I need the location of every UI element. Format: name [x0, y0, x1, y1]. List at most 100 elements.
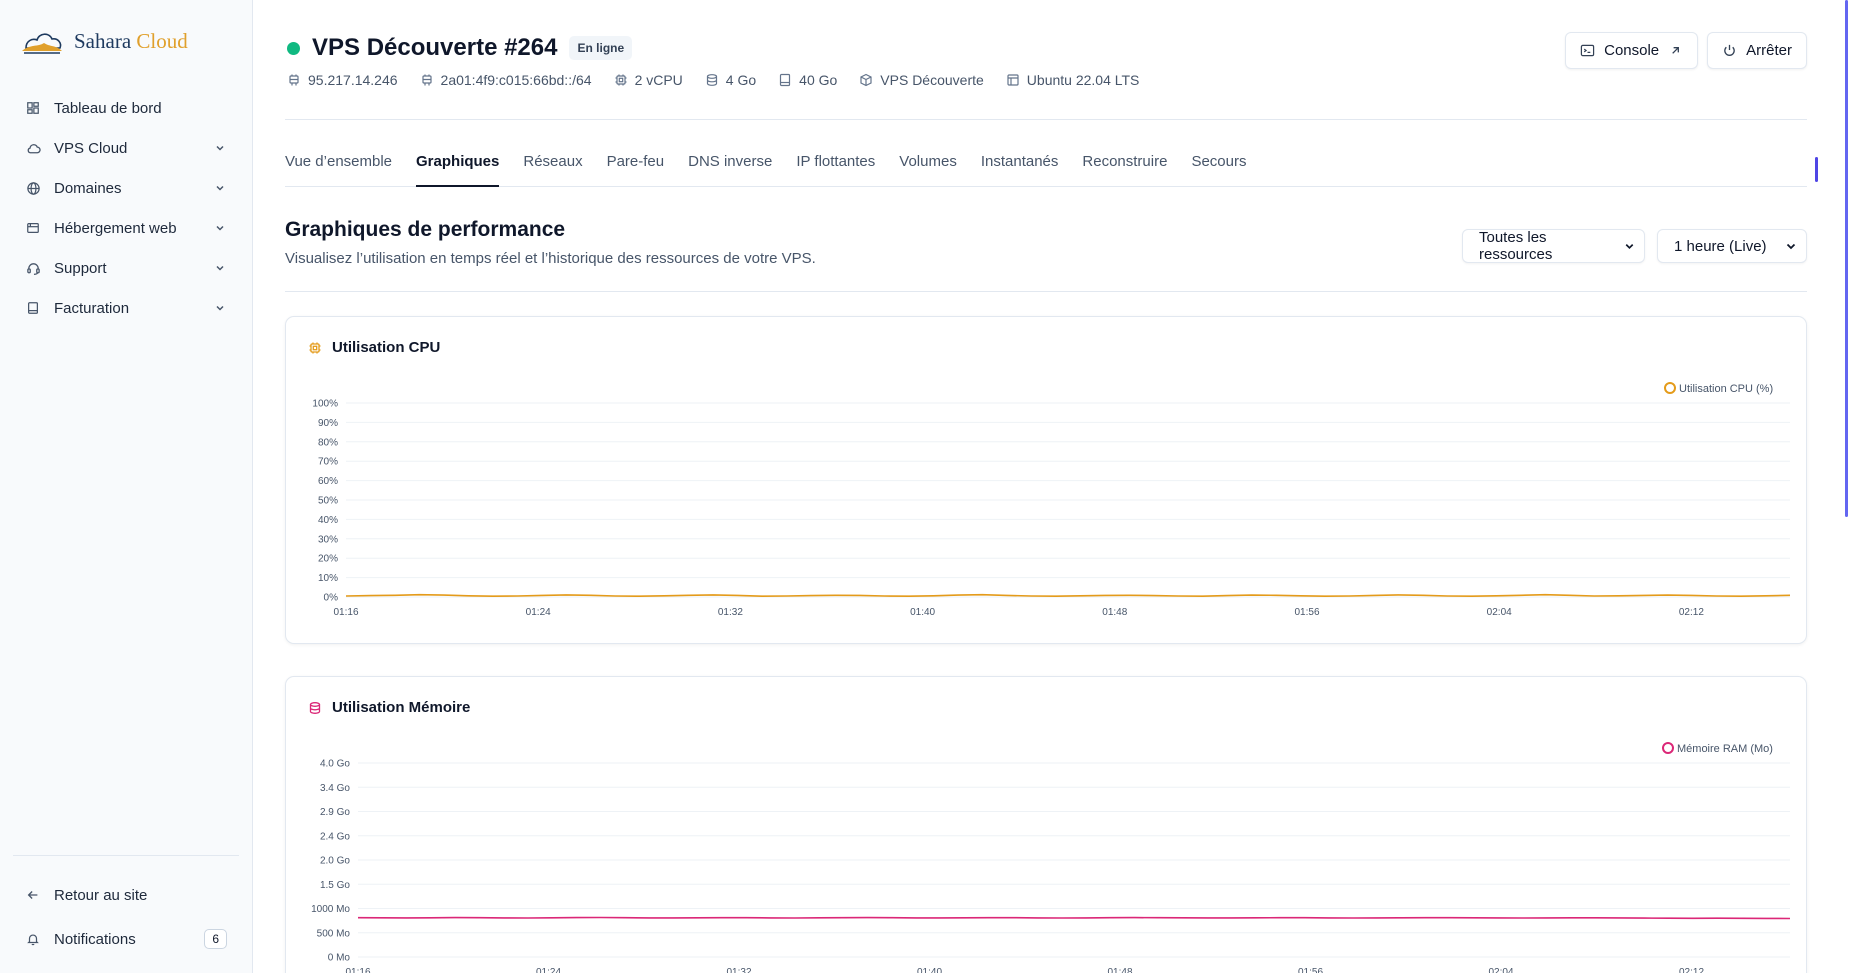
notifications-label: Notifications: [54, 930, 136, 948]
back-to-site-label: Retour au site: [54, 886, 148, 904]
x-tick-label: 01:40: [910, 607, 935, 618]
network-icon: [289, 74, 299, 86]
stop-label: Arrêter: [1746, 42, 1792, 59]
sidebar-item-dashboard[interactable]: Tableau de bord: [13, 88, 239, 128]
tab-rebuild[interactable]: Reconstruire: [1082, 143, 1167, 187]
cpu-chart-card: Utilisation CPU 0% 10% 20% 30% 40% 50% 60% 70% 8…: [285, 316, 1807, 644]
x-tick-label: 01:56: [1294, 607, 1319, 618]
tab-overview[interactable]: Vue d’ensemble: [285, 143, 392, 187]
time-range-select-value: 1 heure (Live): [1674, 237, 1767, 255]
x-tick-label: 01:16: [345, 967, 370, 973]
tab-snapshots[interactable]: Instantanés: [981, 143, 1059, 187]
headset-icon: [25, 260, 41, 276]
stop-button[interactable]: Arrêter: [1707, 32, 1807, 69]
x-tick-label: 01:48: [1107, 967, 1132, 973]
brand[interactable]: Sahara Cloud: [20, 26, 188, 56]
tab-networks[interactable]: Réseaux: [523, 143, 582, 187]
y-tick-label: 4.0 Go: [320, 759, 350, 770]
sidebar-bottom: Retour au site Notifications 6: [13, 873, 239, 961]
main-content: VPS Découverte #264 En ligne 95.217.14.2…: [253, 0, 1851, 973]
y-tick-label: 2.9 Go: [320, 807, 350, 818]
billing-icon: [25, 300, 41, 316]
arrow-left-icon: [25, 887, 41, 903]
legend-marker: [1664, 382, 1676, 394]
x-tick-label: 01:40: [917, 967, 942, 973]
legend-marker: [1662, 742, 1674, 754]
legend-label: Utilisation CPU (%): [1679, 383, 1773, 395]
back-to-site-link[interactable]: Retour au site: [13, 873, 239, 917]
console-label: Console: [1604, 42, 1660, 59]
resource-select[interactable]: Toutes les ressources: [1462, 229, 1645, 263]
sidebar-item-label: Domaines: [54, 179, 122, 197]
x-tick-label: 01:56: [1298, 967, 1323, 973]
y-tick-label: 100%: [312, 399, 338, 410]
tab-graphs[interactable]: Graphiques: [416, 143, 500, 187]
terminal-icon: [1580, 44, 1595, 57]
console-button[interactable]: Console: [1565, 32, 1699, 69]
x-tick-label: 01:32: [726, 967, 751, 973]
section-header: Graphiques de performance Visualisez l’u…: [285, 218, 1807, 292]
y-tick-label: 500 Mo: [317, 928, 351, 939]
chevron-down-icon: [1786, 243, 1796, 250]
sidebar-item-label: Hébergement web: [54, 219, 177, 237]
y-tick-label: 40%: [318, 515, 338, 526]
y-tick-label: 90%: [318, 418, 338, 429]
chevron-down-icon: [216, 305, 224, 311]
x-tick-label: 01:16: [333, 607, 358, 618]
cpu-chart: 0% 10% 20% 30% 40% 50% 60% 70% 80% 90% 100% 01:16 01…: [312, 382, 1791, 618]
y-tick-label: 50%: [318, 496, 338, 507]
time-range-select[interactable]: 1 heure (Live): [1657, 229, 1807, 263]
sidebar-nav: Tableau de bord VPS Cloud Domaines Héber…: [13, 88, 239, 328]
sidebar-item-label: Facturation: [54, 299, 130, 317]
sidebar-item-hebergement[interactable]: Hébergement web: [13, 208, 239, 248]
y-tick-label: 3.4 Go: [320, 783, 350, 794]
cloud-icon: [25, 140, 41, 156]
tab-firewall[interactable]: Pare-feu: [607, 143, 665, 187]
spec-ipv4: 95.217.14.246: [287, 72, 398, 88]
y-tick-label: 30%: [318, 534, 338, 545]
spec-ram: 4 Go: [705, 72, 756, 88]
y-tick-label: 60%: [318, 476, 338, 487]
notifications-item[interactable]: Notifications 6: [13, 917, 239, 961]
chart-filters: Toutes les ressources 1 heure (Live): [1462, 229, 1807, 263]
sidebar-item-domaines[interactable]: Domaines: [13, 168, 239, 208]
sidebar-divider: [13, 855, 239, 856]
chevron-down-icon: [216, 185, 224, 191]
y-tick-label: 1000 Mo: [311, 904, 350, 915]
tab-volumes[interactable]: Volumes: [899, 143, 957, 187]
server-header: VPS Découverte #264 En ligne 95.217.14.2…: [285, 30, 1807, 120]
package-icon: [860, 73, 872, 87]
y-tick-label: 20%: [318, 554, 338, 565]
os-icon: [1007, 74, 1019, 86]
external-link-icon: [1672, 47, 1680, 54]
tab-rescue[interactable]: Secours: [1191, 143, 1246, 187]
tab-floating-ips[interactable]: IP flottantes: [796, 143, 875, 187]
x-tick-label: 01:24: [536, 967, 561, 973]
sidebar-item-support[interactable]: Support: [13, 248, 239, 288]
tabs-scroll-indicator[interactable]: [1815, 157, 1818, 182]
sidebar-item-facturation[interactable]: Facturation: [13, 288, 239, 328]
series-line: [357, 916, 1791, 920]
y-tick-label: 2.4 Go: [320, 831, 350, 842]
x-tick-label: 01:48: [1102, 607, 1127, 618]
y-tick-label: 1.5 Go: [320, 880, 350, 891]
memory-chart-card: Utilisation Mémoire 0 Mo 500 Mo 1000 Mo 1.5…: [285, 676, 1807, 973]
network-icon: [421, 74, 432, 86]
series-line: [345, 593, 1791, 598]
y-tick-label: 2.0 Go: [320, 856, 350, 867]
sidebar-item-vps-cloud[interactable]: VPS Cloud: [13, 128, 239, 168]
app-root: Sahara Cloud Tableau de bord VPS Cloud D…: [0, 0, 1851, 973]
tab-reverse-dns[interactable]: DNS inverse: [688, 143, 772, 187]
status-dot: [287, 41, 300, 55]
y-tick-label: 80%: [318, 437, 338, 448]
page-scrollbar[interactable]: [1845, 0, 1848, 517]
sidebar: Sahara Cloud Tableau de bord VPS Cloud D…: [0, 0, 253, 973]
cpu-icon: [615, 74, 627, 86]
notifications-count-badge: 6: [204, 929, 227, 949]
chevron-down-icon: [1625, 244, 1634, 250]
server-tabs: Vue d’ensemble Graphiques Réseaux Pare-f…: [285, 143, 1807, 187]
power-icon: [1724, 44, 1735, 56]
server-specs: 95.217.14.246 2a01:4f9:c015:66bd::/64 2 …: [287, 72, 1807, 88]
page-title: VPS Découverte #264: [312, 34, 558, 61]
x-tick-label: 02:04: [1488, 967, 1513, 973]
